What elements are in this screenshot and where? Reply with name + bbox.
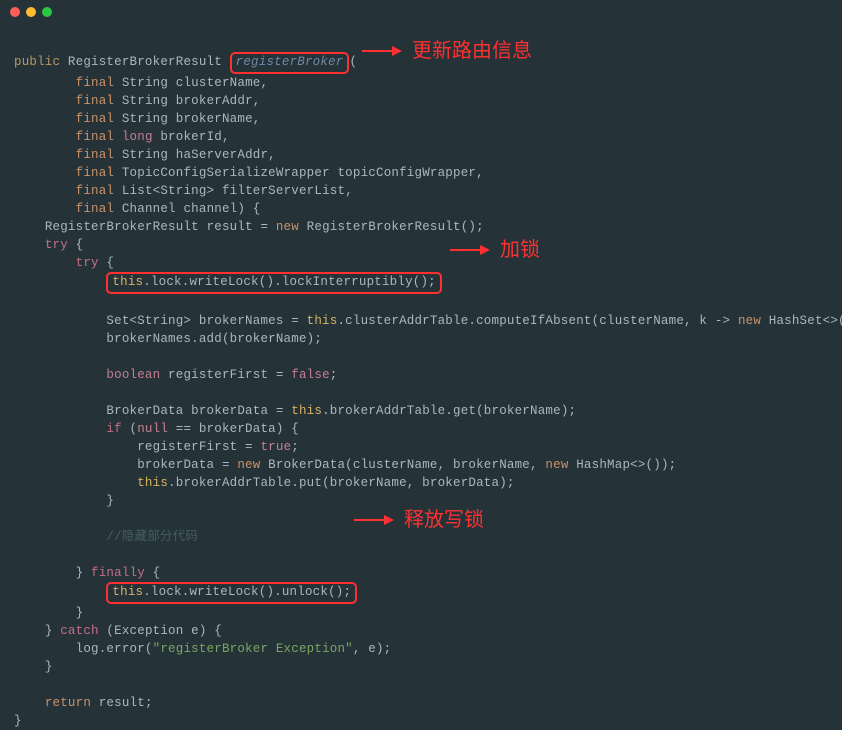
kw-final: final	[76, 184, 115, 198]
hl-method-name: registerBroker	[230, 52, 350, 74]
kw-finally: finally	[91, 566, 145, 580]
code-line: HashSet<>());	[761, 314, 842, 328]
method-name: registerBroker	[236, 55, 344, 69]
maximize-icon[interactable]	[42, 7, 52, 17]
paren: (	[349, 55, 357, 69]
string-literal: "registerBroker Exception"	[153, 642, 353, 656]
code-line: RegisterBrokerResult();	[299, 220, 484, 234]
code-line: == brokerData) {	[168, 422, 299, 436]
kw-this: this	[291, 404, 322, 418]
type-return: RegisterBrokerResult	[68, 55, 222, 69]
param: haServerAddr,	[176, 148, 276, 162]
hl-lock-release: this.lock.writeLock().unlock();	[106, 582, 357, 604]
kw-return: return	[45, 696, 91, 710]
code-line: RegisterBrokerResult result =	[45, 220, 276, 234]
kw-this: this	[112, 585, 143, 599]
param: brokerId,	[160, 130, 229, 144]
code-line: log.error(	[76, 642, 153, 656]
minimize-icon[interactable]	[26, 7, 36, 17]
type: String	[122, 94, 168, 108]
brace: }	[14, 714, 22, 728]
literal: true	[260, 440, 291, 454]
comment: //隐藏部分代码	[106, 530, 198, 544]
literal: false	[291, 368, 330, 382]
kw-if: if	[106, 422, 121, 436]
type: String	[122, 76, 168, 90]
param: filterServerList,	[222, 184, 353, 198]
code-line: .brokerAddrTable.put(brokerName, brokerD…	[168, 476, 515, 490]
code-line: brokerNames.add(brokerName);	[106, 332, 322, 346]
code-line: .brokerAddrTable.get(brokerName);	[322, 404, 576, 418]
kw-try: try	[76, 256, 99, 270]
type: long	[122, 130, 153, 144]
kw-final: final	[76, 112, 115, 126]
kw-final: final	[76, 130, 115, 144]
kw-catch: catch	[60, 624, 99, 638]
brace: {	[68, 238, 83, 252]
kw-this: this	[307, 314, 338, 328]
semi: ;	[291, 440, 299, 454]
close-icon[interactable]	[10, 7, 20, 17]
code-line: registerFirst =	[160, 368, 291, 382]
type: String	[122, 148, 168, 162]
type: Channel	[122, 202, 176, 216]
brace: }	[106, 494, 114, 508]
code-line: , e);	[353, 642, 392, 656]
kw-final: final	[76, 166, 115, 180]
literal: null	[137, 422, 168, 436]
brace: }	[76, 606, 84, 620]
brace: {	[145, 566, 160, 580]
kw-this: this	[137, 476, 168, 490]
kw-public: public	[14, 55, 60, 69]
kw-new: new	[545, 458, 568, 472]
brace: }	[45, 660, 53, 674]
type: List<String>	[122, 184, 214, 198]
param: clusterName,	[176, 76, 268, 90]
code-line: Set<String> brokerNames =	[106, 314, 306, 328]
kw-new: new	[237, 458, 260, 472]
code-line: registerFirst =	[137, 440, 260, 454]
kw-final: final	[76, 202, 115, 216]
semi: ;	[330, 368, 338, 382]
code-line: .lock.writeLock().unlock();	[143, 585, 351, 599]
code-line: brokerData =	[137, 458, 237, 472]
kw-new: new	[276, 220, 299, 234]
code-line: (Exception e) {	[99, 624, 222, 638]
kw-this: this	[112, 275, 143, 289]
brace: }	[76, 566, 84, 580]
brace: {	[99, 256, 114, 270]
code-line: .clusterAddrTable.computeIfAbsent(cluste…	[337, 314, 737, 328]
param: topicConfigWrapper,	[337, 166, 483, 180]
kw-new: new	[738, 314, 761, 328]
window-titlebar	[0, 0, 842, 24]
hl-lock-acquire: this.lock.writeLock().lockInterruptibly(…	[106, 272, 441, 294]
kw-final: final	[76, 148, 115, 162]
param: channel) {	[183, 202, 260, 216]
param: brokerAddr,	[176, 94, 261, 108]
kw-final: final	[76, 76, 115, 90]
code-line: result;	[91, 696, 153, 710]
kw-final: final	[76, 94, 115, 108]
code-line: BrokerData brokerData =	[106, 404, 291, 418]
code-editor: public RegisterBrokerResult registerBrok…	[0, 24, 842, 730]
code-line: .lock.writeLock().lockInterruptibly();	[143, 275, 436, 289]
brace: }	[45, 624, 53, 638]
code-line: BrokerData(clusterName, brokerName,	[260, 458, 545, 472]
type: TopicConfigSerializeWrapper	[122, 166, 330, 180]
code-line: HashMap<>());	[569, 458, 677, 472]
param: brokerName,	[176, 112, 261, 126]
kw-boolean: boolean	[106, 368, 160, 382]
kw-try: try	[45, 238, 68, 252]
type: String	[122, 112, 168, 126]
